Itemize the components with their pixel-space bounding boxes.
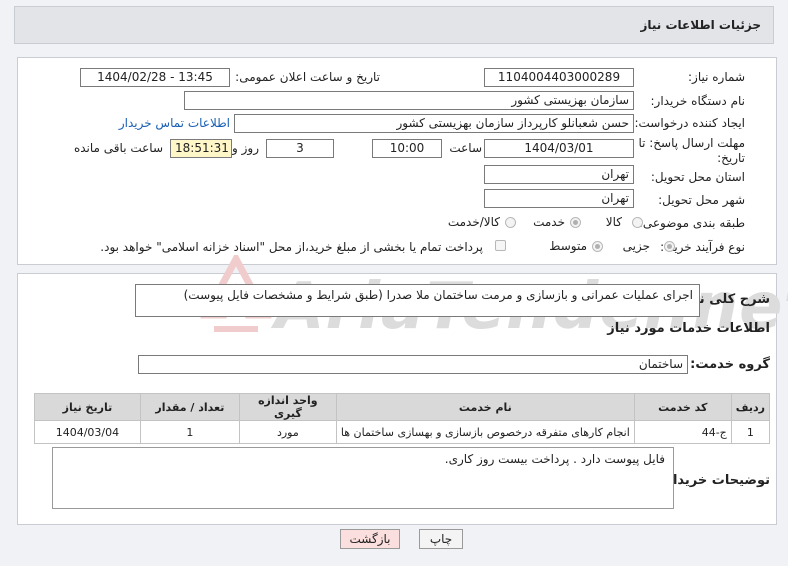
back-button[interactable]: بازگشت [340, 529, 400, 549]
deadline-date-field[interactable]: 1404/03/01 [484, 139, 634, 158]
announce-datetime-field[interactable]: 1404/02/28 - 13:45 [80, 68, 230, 87]
deadline-time-label: ساعت [449, 141, 482, 155]
buyer-org-field[interactable]: سازمان بهزیستی کشور [184, 91, 634, 110]
process-option-medium: متوسط [549, 239, 587, 253]
service-group-label: گروه خدمت: [690, 357, 770, 372]
remaining-time-field[interactable]: 18:51:31 [170, 139, 232, 158]
need-number-field[interactable]: 1104004403000289 [484, 68, 634, 87]
treasury-payment-checkbox[interactable] [495, 240, 506, 251]
services-table-header: ردیف کد خدمت نام خدمت واحد اندازه گیری ت… [34, 393, 771, 421]
process-option-minor: جزیی [622, 239, 650, 253]
col-row: ردیف [730, 393, 771, 421]
process-radio-minor[interactable] [664, 241, 675, 252]
category-radio-goods[interactable] [632, 217, 643, 228]
deadline-label-cont: تاریخ: [717, 151, 745, 165]
col-quantity: تعداد / مقدار [139, 393, 240, 421]
cell-service-name: انجام کارهای متفرقه درخصوص بازسازی و بهس… [335, 420, 635, 444]
province-field[interactable]: تهران [484, 165, 634, 184]
page-header: جزئیات اطلاعات نیاز [14, 6, 774, 44]
page-title: جزئیات اطلاعات نیاز [640, 18, 761, 32]
city-field[interactable]: تهران [484, 189, 634, 208]
treasury-payment-note: پرداخت تمام یا بخشی از مبلغ خرید،از محل … [100, 240, 483, 254]
col-need-date: تاریخ نیاز [34, 393, 141, 421]
services-section-title: اطلاعات خدمات مورد نیاز [607, 321, 770, 336]
contact-info-link[interactable]: اطلاعات تماس خریدار [119, 116, 230, 130]
process-radio-medium[interactable] [592, 241, 603, 252]
category-option-goods-service: کالا/خدمت [447, 215, 500, 229]
category-label: طبقه بندی موضوعی: [638, 216, 745, 230]
deadline-time-field[interactable]: 10:00 [372, 139, 442, 158]
col-service-code: کد خدمت [633, 393, 732, 421]
need-info-panel [17, 57, 777, 265]
service-group-field[interactable]: ساختمان [138, 355, 688, 374]
cell-unit: مورد [238, 420, 337, 444]
requester-label: ایجاد کننده درخواست: [634, 116, 745, 130]
category-radio-service[interactable] [570, 217, 581, 228]
cell-quantity: 1 [139, 420, 240, 444]
print-button[interactable]: چاپ [419, 529, 463, 549]
cell-service-code: ج-44 [633, 420, 732, 444]
remaining-time-label: ساعت باقی مانده [73, 141, 163, 155]
city-label: شهر محل تحویل: [658, 193, 745, 207]
requester-field[interactable]: حسن شعبانلو کارپرداز سازمان بهزیستی کشور [234, 114, 634, 133]
table-row[interactable]: 1 ج-44 انجام کارهای متفرقه درخصوص بازساز… [34, 420, 771, 444]
announce-datetime-label: تاریخ و ساعت اعلان عمومی: [235, 70, 380, 84]
description-textarea[interactable]: اجرای عملیات عمرانی و بازسازی و مرمت ساخ… [135, 284, 700, 317]
province-label: استان محل تحویل: [650, 170, 745, 184]
cell-need-date: 1404/03/04 [34, 420, 141, 444]
remaining-days-field[interactable]: 3 [266, 139, 334, 158]
col-unit: واحد اندازه گیری [238, 393, 337, 421]
category-radio-goods-service[interactable] [505, 217, 516, 228]
category-option-goods: کالا [605, 215, 622, 229]
services-table: ردیف کد خدمت نام خدمت واحد اندازه گیری ت… [34, 393, 771, 444]
buyer-notes-label: توضیحات خریدار: [660, 473, 770, 488]
buyer-org-label: نام دستگاه خریدار: [650, 94, 746, 108]
category-option-service: خدمت [533, 215, 565, 229]
deadline-label: مهلت ارسال پاسخ: تا [638, 136, 745, 150]
need-number-label: شماره نیاز: [688, 70, 745, 84]
days-label: روز و [232, 141, 259, 155]
col-service-name: نام خدمت [335, 393, 635, 421]
cell-row: 1 [730, 420, 771, 444]
buyer-notes-textarea[interactable]: فایل پیوست دارد . پرداخت بیست روز کاری. [52, 447, 674, 509]
